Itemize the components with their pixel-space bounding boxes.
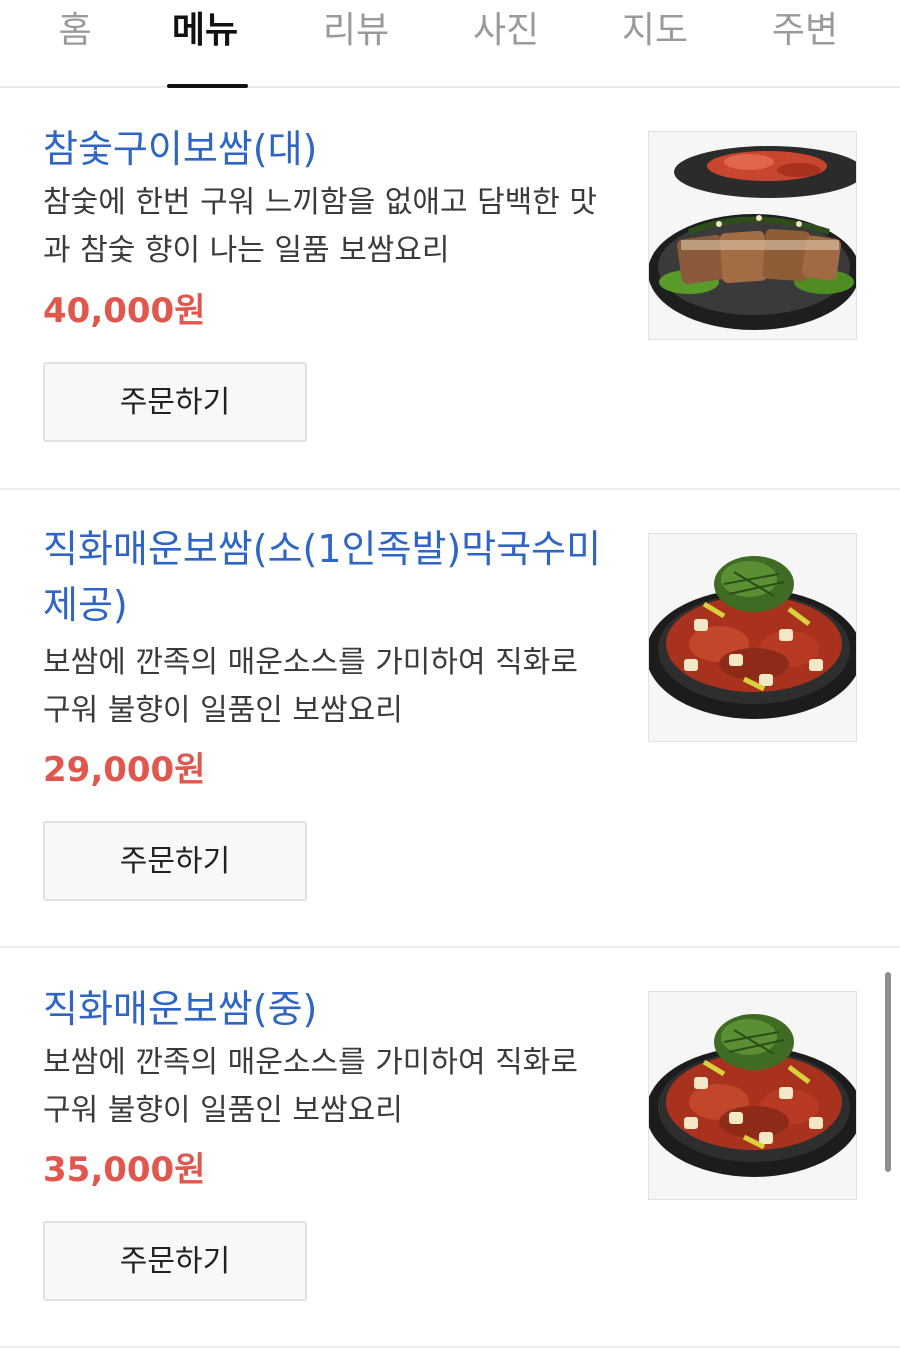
order-button[interactable]: 주문하기 — [43, 821, 307, 901]
menu-item-title: 직화매운보쌈(소(1인족발)막국수미제공) — [43, 527, 602, 627]
tab-bar: 홈 메뉴 리뷰 사진 지도 주변 — [0, 0, 900, 88]
menu-item-price: 29,000원 — [43, 750, 206, 790]
menu-item[interactable]: 직화매운보쌈(소(1인족발)막국수미제공) 보쌈에 깐족의 매운소스를 가미하여… — [0, 490, 900, 948]
tab-map[interactable]: 지도 — [580, 6, 730, 56]
menu-item[interactable]: 참숯구이보쌈(대) 참숯에 한번 구워 느끼함을 없애고 담백한 맛과 참숯 향… — [0, 88, 900, 490]
menu-item-description: 참숯에 한번 구워 느끼함을 없애고 담백한 맛과 참숯 향이 나는 일품 보쌈… — [43, 185, 598, 268]
tab-photos[interactable]: 사진 — [431, 6, 581, 56]
spicy-bossam-image — [649, 992, 856, 1199]
menu-item-photo[interactable] — [648, 991, 857, 1200]
menu-item-price: 40,000원 — [43, 291, 206, 331]
menu-item-photo[interactable] — [648, 131, 857, 340]
menu-item-title: 직화매운보쌈(중) — [43, 987, 318, 1031]
menu-item-title: 참숯구이보쌈(대) — [43, 127, 318, 171]
spicy-bossam-image — [649, 534, 856, 741]
scrollbar-thumb[interactable] — [885, 972, 891, 1172]
order-button[interactable]: 주문하기 — [43, 1221, 307, 1301]
menu-item[interactable]: 직화매운보쌈(중) 보쌈에 깐족의 매운소스를 가미하여 직화로 구워 불향이 … — [0, 948, 900, 1348]
order-button[interactable]: 주문하기 — [43, 362, 307, 442]
tab-home[interactable]: 홈 — [0, 6, 150, 56]
menu-item-description: 보쌈에 깐족의 매운소스를 가미하여 직화로 구워 불향이 일품인 보쌈요리 — [43, 645, 578, 728]
menu-item-description: 보쌈에 깐족의 매운소스를 가미하여 직화로 구워 불향이 일품인 보쌈요리 — [43, 1045, 578, 1128]
tab-nearby[interactable]: 주변 — [730, 6, 880, 56]
grilled-bossam-image — [649, 132, 856, 339]
menu-item-photo[interactable] — [648, 533, 857, 742]
menu-item-price: 35,000원 — [43, 1150, 206, 1190]
tab-reviews[interactable]: 리뷰 — [281, 6, 431, 56]
tab-menu[interactable]: 메뉴 — [130, 6, 280, 56]
